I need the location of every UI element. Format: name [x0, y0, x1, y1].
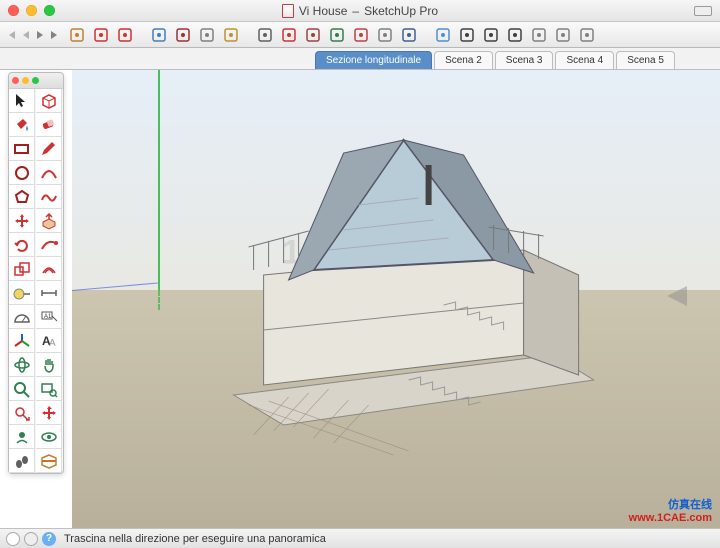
scene-tab-1[interactable]: Scena 2	[434, 51, 493, 69]
svg-text:A: A	[49, 338, 56, 349]
window-title: Vi House – SketchUp Pro	[0, 4, 720, 18]
select-tool[interactable]	[9, 89, 35, 113]
scene-tabs-bar: Sezione longitudinaleScena 2Scena 3Scena…	[0, 48, 720, 70]
axes-tool[interactable]	[9, 329, 35, 353]
scene-tab-4[interactable]: Scena 5	[616, 51, 675, 69]
arc-tool[interactable]	[36, 161, 62, 185]
mono-icon[interactable]	[576, 24, 598, 46]
axis-green-up	[158, 70, 160, 290]
palette-titlebar[interactable]	[9, 73, 63, 89]
palette-min-icon[interactable]	[22, 77, 29, 84]
outliner-icon[interactable]	[196, 24, 218, 46]
pan-tool[interactable]	[36, 353, 62, 377]
walk-tool[interactable]	[9, 449, 35, 473]
geo-location-icon[interactable]	[6, 532, 20, 546]
move-tool[interactable]	[9, 209, 35, 233]
warehouse-icon[interactable]	[66, 24, 88, 46]
help-icon[interactable]: ?	[42, 532, 56, 546]
line-tool[interactable]	[36, 137, 62, 161]
status-hint: Trascina nella direzione per eseguire un…	[64, 533, 326, 545]
model-house	[194, 105, 634, 475]
3dtext-tool[interactable]: AA	[36, 329, 62, 353]
component-icon[interactable]	[90, 24, 112, 46]
preferences-icon[interactable]	[374, 24, 396, 46]
freehand-tool[interactable]	[36, 185, 62, 209]
scale-tool[interactable]	[9, 257, 35, 281]
palette-close-icon[interactable]	[12, 77, 19, 84]
credits-icon[interactable]	[24, 532, 38, 546]
instructor-icon[interactable]	[350, 24, 372, 46]
svg-text:A1: A1	[44, 314, 52, 320]
rectangle-tool[interactable]	[9, 137, 35, 161]
dimension-tool[interactable]	[36, 281, 62, 305]
wire-icon[interactable]	[480, 24, 502, 46]
extension-icon[interactable]	[398, 24, 420, 46]
palette-zoom-icon[interactable]	[32, 77, 39, 84]
push-pull-tool[interactable]	[36, 209, 62, 233]
paint-bucket-tool[interactable]	[9, 113, 35, 137]
follow-me-tool[interactable]	[36, 233, 62, 257]
orbit-hint-icon	[662, 276, 702, 316]
nav-back-icon[interactable]	[6, 29, 18, 41]
nav-back-icon[interactable]	[20, 29, 32, 41]
xray-icon[interactable]	[432, 24, 454, 46]
shadows-icon[interactable]	[254, 24, 276, 46]
watermark-url: www.1CAE.com	[629, 512, 712, 524]
look-around-tool[interactable]	[36, 425, 62, 449]
watermark-cn: 仿真在线	[629, 496, 712, 512]
scene-tab-3[interactable]: Scena 4	[555, 51, 614, 69]
title-app: SketchUp Pro	[364, 4, 438, 18]
next-tool[interactable]	[36, 401, 62, 425]
styles-icon[interactable]	[148, 24, 170, 46]
offset-tool[interactable]	[36, 257, 62, 281]
document-icon	[282, 4, 294, 18]
previous-tool[interactable]	[9, 401, 35, 425]
section-plane-tool[interactable]	[36, 449, 62, 473]
scenes-icon[interactable]	[220, 24, 242, 46]
nav-fwd-icon[interactable]	[34, 29, 46, 41]
eraser-tool[interactable]	[36, 113, 62, 137]
zoom-window-tool[interactable]	[36, 377, 62, 401]
circle-tool[interactable]	[9, 161, 35, 185]
nav-arrows	[6, 29, 60, 41]
back-icon[interactable]	[456, 24, 478, 46]
match-photo-icon[interactable]	[302, 24, 324, 46]
rotate-tool[interactable]	[9, 233, 35, 257]
site-watermark: 仿真在线 www.1CAE.com	[629, 496, 712, 524]
nav-fwd-icon[interactable]	[48, 29, 60, 41]
status-bar: ? Trascina nella direzione per eseguire …	[0, 528, 720, 548]
hidden-icon[interactable]	[504, 24, 526, 46]
orbit-tool[interactable]	[9, 353, 35, 377]
3d-viewport[interactable]: 1CAE	[72, 70, 720, 528]
top-toolbar	[0, 22, 720, 48]
position-camera-tool[interactable]	[9, 425, 35, 449]
protractor-tool[interactable]	[9, 305, 35, 329]
shaded-icon[interactable]	[528, 24, 550, 46]
materials-icon[interactable]	[114, 24, 136, 46]
window-titlebar: Vi House – SketchUp Pro	[0, 0, 720, 22]
make-component-tool[interactable]	[36, 89, 62, 113]
title-file: Vi House	[299, 4, 347, 18]
axis-green-down	[158, 290, 160, 310]
layers-icon[interactable]	[172, 24, 194, 46]
text-tool[interactable]: A1	[36, 305, 62, 329]
polygon-tool[interactable]	[9, 185, 35, 209]
fog-icon[interactable]	[278, 24, 300, 46]
zoom-tool[interactable]	[9, 377, 35, 401]
tool-palette: A1 AA	[8, 72, 64, 474]
tape-tool[interactable]	[9, 281, 35, 305]
soften-icon[interactable]	[326, 24, 348, 46]
shaded-texture-icon[interactable]	[552, 24, 574, 46]
scene-tab-0[interactable]: Sezione longitudinale	[315, 51, 432, 69]
status-icons: ?	[6, 532, 56, 546]
scene-tab-2[interactable]: Scena 3	[495, 51, 554, 69]
